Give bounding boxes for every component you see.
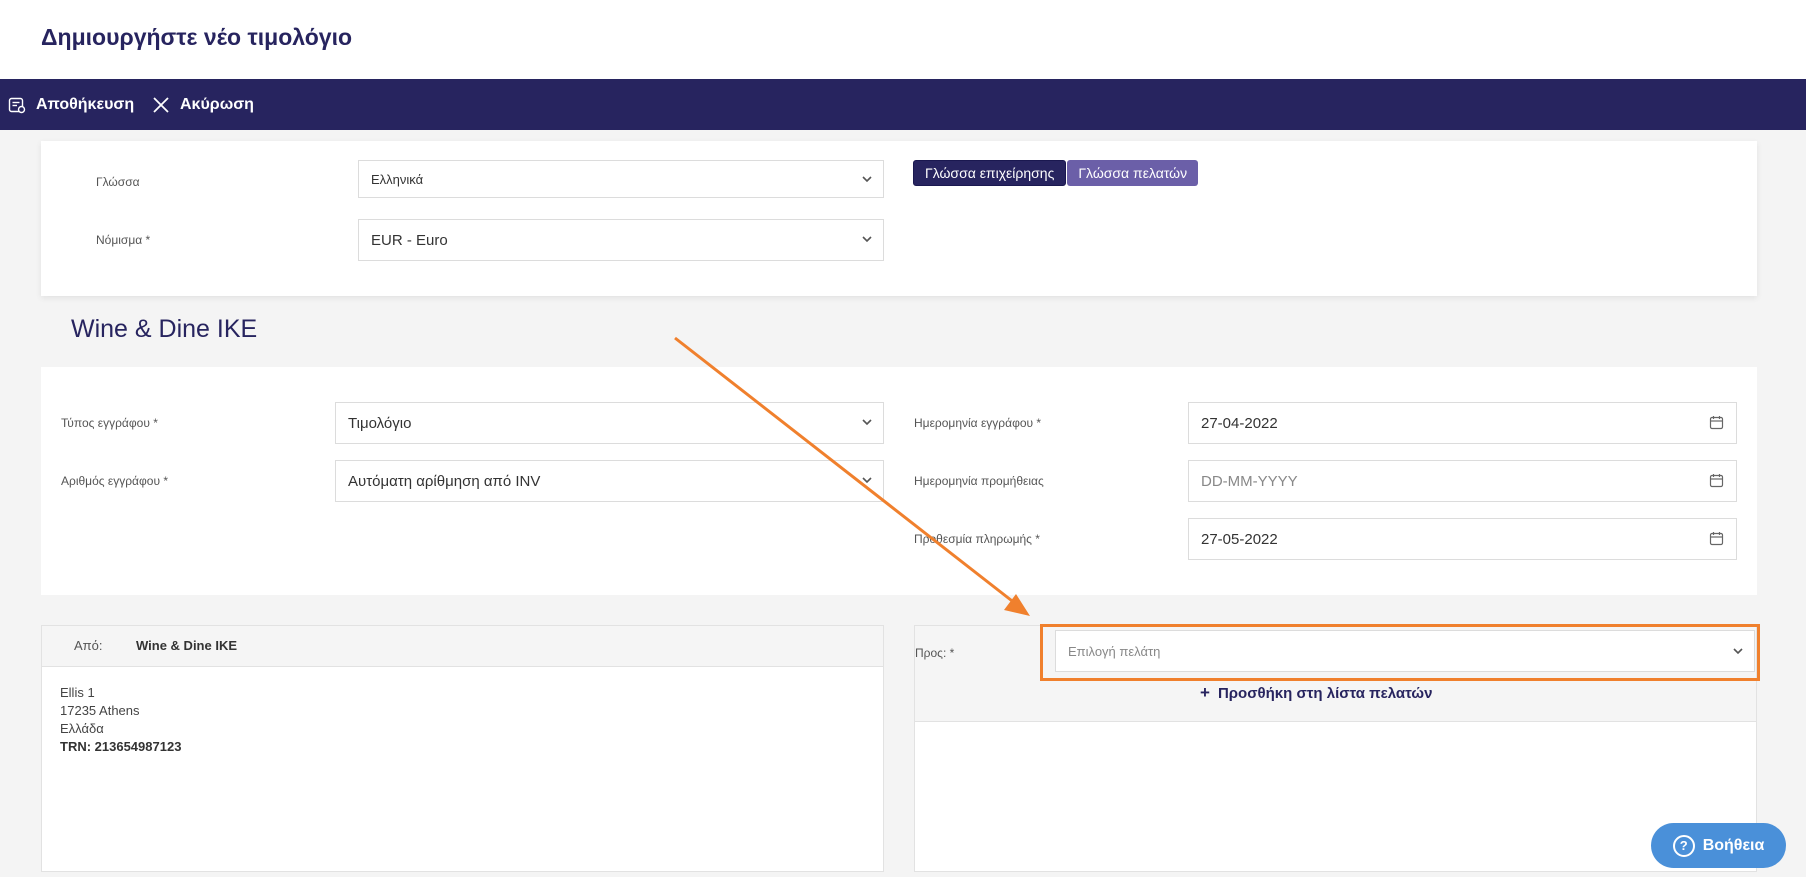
due-date-label: Προθεσμία πληρωμής *: [914, 532, 1040, 546]
save-button[interactable]: Αποθήκευση: [8, 79, 134, 130]
from-label: Από:: [74, 638, 103, 653]
calendar-icon[interactable]: [1709, 473, 1724, 488]
help-button[interactable]: ? Βοήθεια: [1651, 823, 1786, 868]
delivery-date-placeholder: DD-MM-YYYY: [1201, 472, 1298, 490]
chevron-down-icon: [862, 236, 872, 243]
language-toggle: Γλώσσα επιχείρησης Γλώσσα πελατών: [913, 160, 1199, 186]
document-number-select[interactable]: Αυτόματη αρίθμηση από INV: [335, 460, 884, 502]
document-number-label: Αριθμός εγγράφου *: [61, 474, 169, 488]
from-address-line2: 17235 Athens: [60, 703, 140, 718]
to-label: Προς: *: [915, 646, 955, 660]
from-header: Από: Wine & Dine IKE: [42, 626, 883, 667]
document-date-field[interactable]: 27-04-2022: [1188, 402, 1737, 444]
company-name-heading: Wine & Dine IKE: [71, 315, 258, 343]
cancel-button[interactable]: Ακύρωση: [152, 79, 254, 130]
calendar-icon[interactable]: [1709, 415, 1724, 430]
business-language-tab[interactable]: Γλώσσα επιχείρησης: [913, 160, 1067, 186]
from-panel: Από: Wine & Dine IKE Ellis 1 17235 Athen…: [41, 625, 884, 872]
currency-label: Νόμισμα *: [96, 233, 151, 247]
document-type-select[interactable]: Τιμολόγιο: [335, 402, 884, 444]
plus-icon: +: [1200, 683, 1210, 702]
page-title: Δημιουργήστε νέο τιμολόγιο: [41, 24, 353, 50]
chevron-down-icon: [862, 477, 872, 484]
chevron-down-icon: [862, 419, 872, 426]
from-company-name: Wine & Dine IKE: [136, 638, 238, 653]
chevron-down-icon: [862, 176, 872, 183]
calendar-icon[interactable]: [1709, 531, 1724, 546]
save-button-label: Αποθήκευση: [36, 95, 135, 113]
help-icon: ?: [1672, 834, 1695, 857]
document-type-value: Τιμολόγιο: [348, 414, 412, 432]
due-date-field[interactable]: 27-05-2022: [1188, 518, 1737, 560]
due-date-value: 27-05-2022: [1201, 530, 1278, 548]
currency-select-value: EUR - Euro: [371, 231, 448, 249]
toolbar: Αποθήκευση Ακύρωση: [0, 79, 1806, 130]
language-card: [41, 141, 1757, 296]
document-type-label: Τύπος εγγράφου *: [61, 416, 158, 430]
annotation-highlight-box: [1040, 624, 1760, 681]
language-label: Γλώσσα: [96, 175, 140, 189]
delivery-date-label: Ημερομηνία προμήθειας: [914, 474, 1044, 488]
document-number-value: Αυτόματη αρίθμηση από INV: [348, 472, 541, 490]
add-client-link[interactable]: + Προσθήκη στη λίστα πελατών: [1200, 683, 1432, 703]
from-address-line1: Ellis 1: [60, 685, 95, 700]
language-select-value: Ελληνικά: [371, 171, 424, 187]
delivery-date-field[interactable]: DD-MM-YYYY: [1188, 460, 1737, 502]
document-date-value: 27-04-2022: [1201, 414, 1278, 432]
from-trn: TRN: 213654987123: [60, 739, 182, 754]
close-icon: [153, 96, 169, 113]
client-language-tab[interactable]: Γλώσσα πελατών: [1067, 160, 1199, 186]
help-button-label: Βοήθεια: [1702, 836, 1765, 854]
document-date-label: Ημερομηνία εγγράφου *: [914, 416, 1042, 430]
save-icon: [8, 97, 26, 113]
from-country: Ελλάδα: [60, 721, 104, 736]
currency-select[interactable]: EUR - Euro: [358, 219, 884, 261]
top-header: Δημιουργήστε νέο τιμολόγιο: [0, 0, 1806, 79]
cancel-button-label: Ακύρωση: [180, 95, 254, 113]
language-select[interactable]: Ελληνικά: [358, 160, 884, 198]
add-client-label: Προσθήκη στη λίστα πελατών: [1217, 684, 1433, 702]
